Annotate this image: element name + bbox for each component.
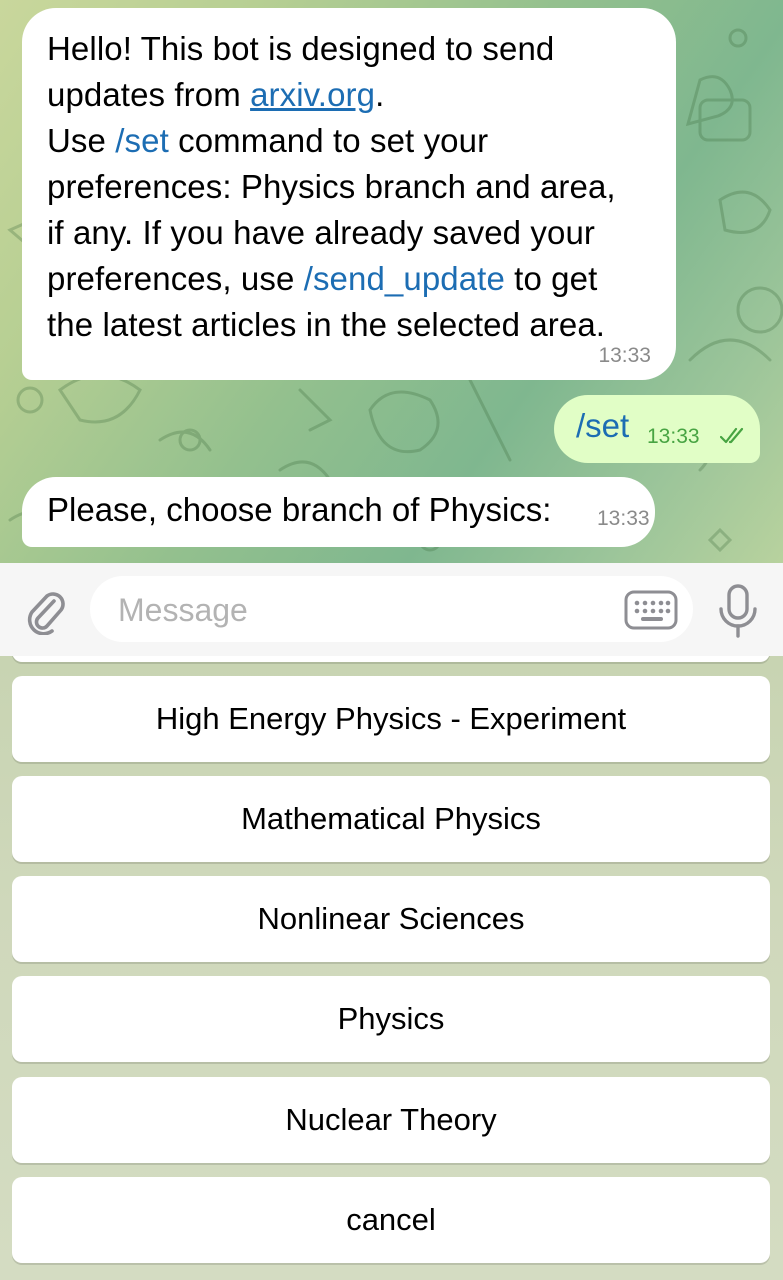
set-command-link[interactable]: /set — [115, 122, 169, 159]
incoming-message-prompt[interactable]: Please, choose branch of Physics: 13:33 — [22, 477, 655, 547]
message-text: Please, choose branch of Physics: — [47, 491, 552, 528]
message-text: /set — [576, 407, 630, 444]
reply-button-mathematical-physics[interactable]: Mathematical Physics — [12, 776, 770, 862]
paperclip-icon[interactable] — [20, 585, 70, 635]
reply-button-physics[interactable]: Physics — [12, 976, 770, 1062]
message-line: Use — [47, 122, 116, 159]
reply-button-cancel[interactable]: cancel — [12, 1177, 770, 1263]
message-line: to get — [504, 260, 598, 297]
reply-button-nuclear-theory[interactable]: Nuclear Theory — [12, 1077, 770, 1163]
keyboard-icon[interactable] — [624, 590, 678, 630]
message-line: preferences: Physics branch and area, — [47, 168, 616, 205]
reply-button-nonlinear-sciences[interactable]: Nonlinear Sciences — [12, 876, 770, 962]
message-line: preferences, use — [47, 260, 304, 297]
incoming-message-welcome[interactable]: Hello! This bot is designed to send upda… — [22, 8, 676, 380]
message-time: 13:33 — [597, 507, 650, 530]
message-line: command to set your — [168, 122, 489, 159]
message-time: 13:33 — [647, 425, 700, 448]
message-time: 13:33 — [598, 344, 651, 367]
microphone-icon[interactable] — [716, 583, 760, 639]
double-check-icon — [720, 427, 744, 444]
message-line: if any. If you have already saved your — [47, 214, 595, 251]
outgoing-message-set[interactable]: /set 13:33 — [554, 395, 760, 463]
send-update-command-link[interactable]: /send_update — [304, 260, 505, 297]
reply-keyboard[interactable]: High Energy Physics - Experiment Mathema… — [0, 656, 783, 1280]
message-input[interactable] — [116, 584, 600, 636]
message-field[interactable] — [90, 576, 693, 642]
message-input-bar — [0, 563, 783, 656]
message-line: Hello! This bot is designed to send — [47, 30, 555, 67]
arxiv-link[interactable]: arxiv.org — [250, 76, 375, 113]
chat-history[interactable]: Hello! This bot is designed to send upda… — [0, 0, 783, 563]
message-line: updates from — [47, 76, 251, 113]
message-text: Hello! This bot is designed to send upda… — [47, 26, 662, 348]
message-line: the latest articles in the selected area… — [47, 306, 606, 343]
message-line: . — [375, 76, 385, 113]
reply-button-high-energy-physics-experiment[interactable]: High Energy Physics - Experiment — [12, 676, 770, 762]
telegram-chat-screen: Hello! This bot is designed to send upda… — [0, 0, 783, 1280]
reply-keyboard-button-partial[interactable] — [12, 656, 770, 662]
